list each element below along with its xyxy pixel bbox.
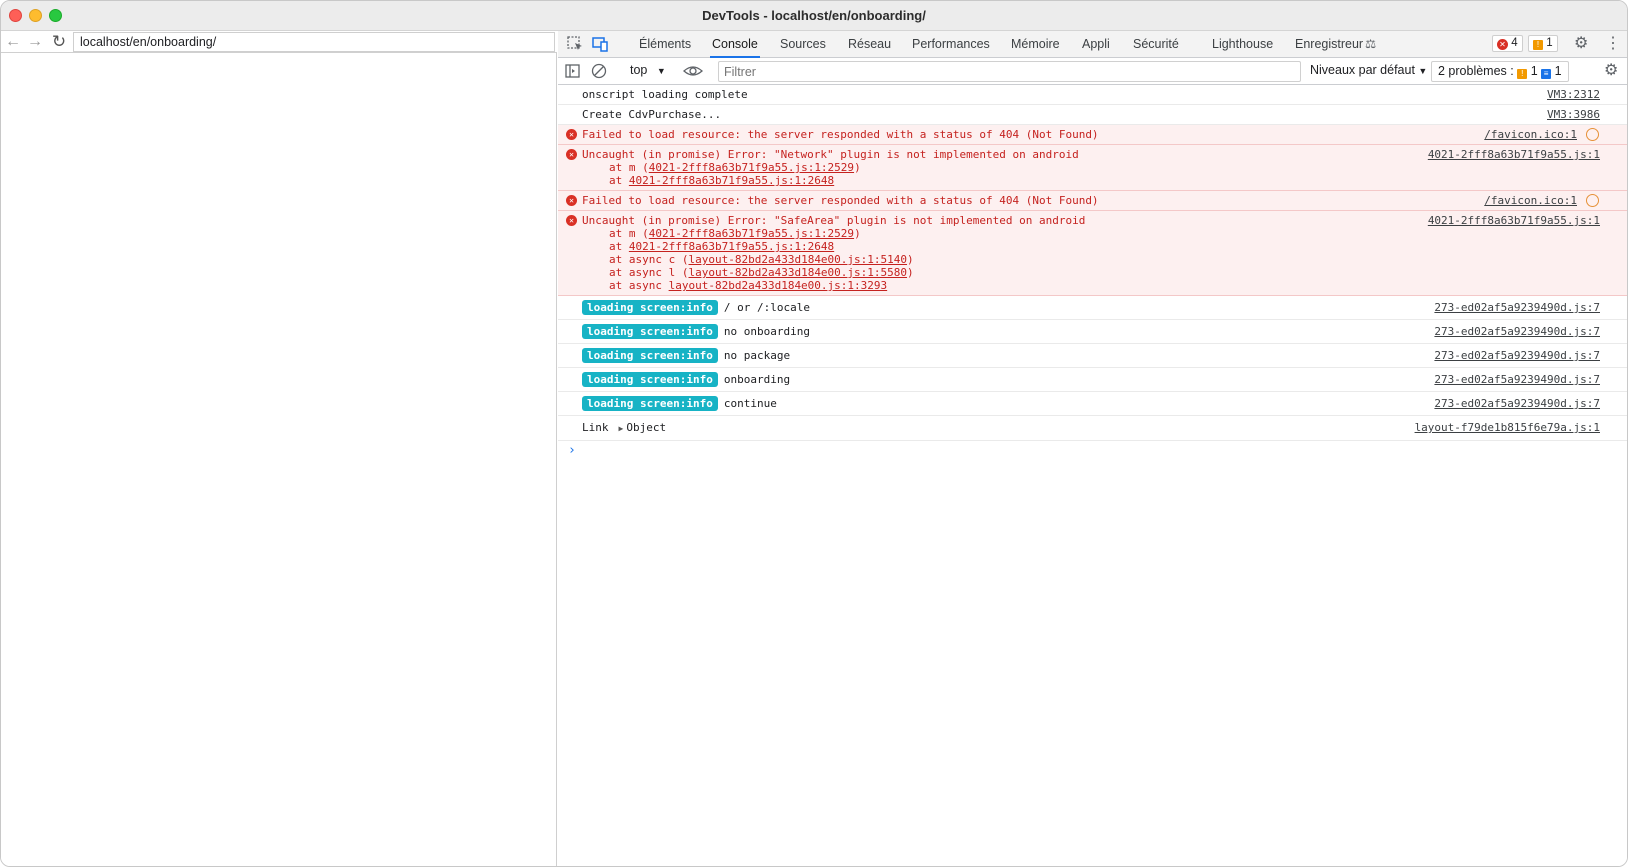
tab-elements[interactable]: Éléments [637, 31, 693, 58]
back-arrow-icon[interactable]: ← [3, 32, 23, 52]
error-icon: ✕ [566, 129, 577, 140]
tab-network[interactable]: Réseau [846, 31, 893, 58]
info-icon: ≡ [1541, 69, 1552, 79]
error-icon: ✕ [566, 215, 577, 226]
devtools-window: DevTools - localhost/en/onboarding/ ← → … [0, 0, 1628, 867]
stack-trace-line: at m (4021-2fff8a63b71f9a55.js:1:2529) [609, 227, 861, 240]
devtools-tab-bar: Éléments Console Sources Réseau Performa… [558, 31, 1627, 58]
dropdown-triangle-icon: ▼ [1418, 66, 1428, 76]
console-settings-gear-icon[interactable]: ⚙ [1604, 62, 1622, 80]
stack-trace-line: at async layout-82bd2a433d184e00.js:1:32… [609, 279, 888, 292]
console-error-row: ✕ Failed to load resource: the server re… [558, 191, 1627, 211]
tab-recorder[interactable]: Enregistreur [1293, 31, 1365, 58]
console-info-row: loading screen:info continue 273-ed02af5a… [558, 392, 1627, 416]
source-link[interactable]: 273-ed02af5a9239490d.js:7 [1434, 325, 1600, 338]
log-tag-badge: loading screen:info [582, 324, 718, 339]
filter-input[interactable] [718, 61, 1301, 82]
clear-console-icon[interactable] [590, 62, 608, 80]
source-link[interactable]: 273-ed02af5a9239490d.js:7 [1434, 373, 1600, 386]
log-tag-badge: loading screen:info [582, 300, 718, 315]
warning-icon: ! [1517, 69, 1528, 79]
tab-memory[interactable]: Mémoire [1009, 31, 1062, 58]
source-link[interactable]: VM3:2312 [1547, 88, 1600, 101]
url-field[interactable]: localhost/en/onboarding/ [73, 32, 555, 52]
window-title: DevTools - localhost/en/onboarding/ [702, 8, 926, 23]
inspect-element-icon[interactable] [566, 35, 584, 53]
eye-icon[interactable] [683, 62, 703, 80]
stack-trace-link[interactable]: 4021-2fff8a63b71f9a55.js:1:2529 [649, 227, 854, 240]
devtools-panel: Éléments Console Sources Réseau Performa… [558, 31, 1627, 866]
context-selector[interactable]: top ▼ [630, 63, 666, 77]
source-link[interactable]: 273-ed02af5a9239490d.js:7 [1434, 397, 1600, 410]
tab-security[interactable]: Sécurité [1131, 31, 1181, 58]
source-link[interactable]: layout-f79de1b815f6e79a.js:1 [1415, 421, 1600, 434]
warning-count-badge[interactable]: ! 1 [1528, 35, 1558, 52]
source-link[interactable]: 4021-2fff8a63b71f9a55.js:1 [1428, 148, 1600, 161]
tab-sources[interactable]: Sources [778, 31, 828, 58]
device-toolbar-icon[interactable] [591, 35, 609, 53]
stack-trace-line: at async c (layout-82bd2a433d184e00.js:1… [609, 253, 914, 266]
error-count-badge[interactable]: ✕ 4 [1492, 35, 1523, 52]
dropdown-triangle-icon: ▼ [656, 66, 666, 76]
flask-icon: ⚖ [1365, 37, 1377, 51]
stack-trace-link[interactable]: 4021-2fff8a63b71f9a55.js:1:2648 [629, 174, 834, 187]
object-preview[interactable]: Object [626, 421, 666, 434]
prompt-chevron-icon: › [568, 443, 576, 458]
console-info-row: loading screen:info no onboarding 273-ed0… [558, 320, 1627, 344]
source-link[interactable]: 273-ed02af5a9239490d.js:7 [1434, 301, 1600, 314]
console-log-row: Create CdvPurchase... VM3:3986 [558, 105, 1627, 125]
network-request-icon[interactable] [1586, 128, 1599, 141]
source-link[interactable]: /favicon.ico:1 [1484, 194, 1577, 207]
stack-trace-line: at 4021-2fff8a63b71f9a55.js:1:2648 [609, 240, 835, 253]
console-info-row: loading screen:info no package 273-ed02af… [558, 344, 1627, 368]
console-info-row: loading screen:info onboarding 273-ed02af… [558, 368, 1627, 392]
reload-icon[interactable]: ↻ [49, 32, 69, 52]
network-request-icon[interactable] [1586, 194, 1599, 207]
problems-button[interactable]: 2 problèmes : ! 1 ≡ 1 [1431, 61, 1569, 82]
console-output: onscript loading complete VM3:2312 Creat… [558, 85, 1627, 866]
navigation-bar: ← → ↻ localhost/en/onboarding/ [1, 31, 557, 53]
stack-trace-link[interactable]: 4021-2fff8a63b71f9a55.js:1:2648 [629, 240, 834, 253]
tab-lighthouse[interactable]: Lighthouse [1210, 31, 1275, 58]
console-error-row: ✕ Uncaught (in promise) Error: "Network"… [558, 145, 1627, 191]
page-viewport: ← → ↻ localhost/en/onboarding/ [1, 31, 557, 866]
more-options-icon[interactable]: ⋮ [1604, 35, 1622, 53]
stack-trace-line: at 4021-2fff8a63b71f9a55.js:1:2648 [609, 174, 835, 187]
tab-application[interactable]: Appli [1080, 31, 1112, 58]
console-log-row: Link ▶ Object layout-f79de1b815f6e79a.js:1 [558, 416, 1627, 441]
error-icon: ✕ [1497, 39, 1508, 50]
log-tag-badge: loading screen:info [582, 372, 718, 387]
tab-console[interactable]: Console [710, 31, 760, 58]
stack-trace-link[interactable]: layout-82bd2a433d184e00.js:1:5580 [688, 266, 907, 279]
source-link[interactable]: /favicon.ico:1 [1484, 128, 1577, 141]
stack-trace-line: at m (4021-2fff8a63b71f9a55.js:1:2529) [609, 161, 861, 174]
forward-arrow-icon[interactable]: → [25, 32, 45, 52]
console-error-row: ✕ Uncaught (in promise) Error: "SafeArea… [558, 211, 1627, 296]
error-icon: ✕ [566, 149, 577, 160]
log-levels-dropdown[interactable]: Niveaux par défaut ▼ [1310, 63, 1427, 77]
console-info-row: loading screen:info / or /:locale 273-ed0… [558, 296, 1627, 320]
log-tag-badge: loading screen:info [582, 396, 718, 411]
sidebar-toggle-icon[interactable] [564, 62, 582, 80]
stack-trace-link[interactable]: 4021-2fff8a63b71f9a55.js:1:2529 [649, 161, 854, 174]
source-link[interactable]: 4021-2fff8a63b71f9a55.js:1 [1428, 214, 1600, 227]
expand-triangle-icon[interactable]: ▶ [619, 422, 624, 435]
stack-trace-line: at async l (layout-82bd2a433d184e00.js:1… [609, 266, 914, 279]
error-icon: ✕ [566, 195, 577, 206]
console-log-row: onscript loading complete VM3:2312 [558, 85, 1627, 105]
settings-gear-icon[interactable]: ⚙ [1574, 35, 1592, 53]
console-error-row: ✕ Failed to load resource: the server re… [558, 125, 1627, 145]
tab-performance[interactable]: Performances [910, 31, 992, 58]
warning-icon: ! [1533, 40, 1543, 50]
log-tag-badge: loading screen:info [582, 348, 718, 363]
stack-trace-link[interactable]: layout-82bd2a433d184e00.js:1:3293 [669, 279, 888, 292]
stack-trace-link[interactable]: layout-82bd2a433d184e00.js:1:5140 [688, 253, 907, 266]
title-bar: DevTools - localhost/en/onboarding/ [1, 1, 1627, 31]
console-toolbar: top ▼ Niveaux par défaut ▼ 2 problèmes :… [558, 58, 1627, 85]
source-link[interactable]: 273-ed02af5a9239490d.js:7 [1434, 349, 1600, 362]
source-link[interactable]: VM3:3986 [1547, 108, 1600, 121]
console-prompt-row[interactable]: › [558, 441, 1627, 461]
